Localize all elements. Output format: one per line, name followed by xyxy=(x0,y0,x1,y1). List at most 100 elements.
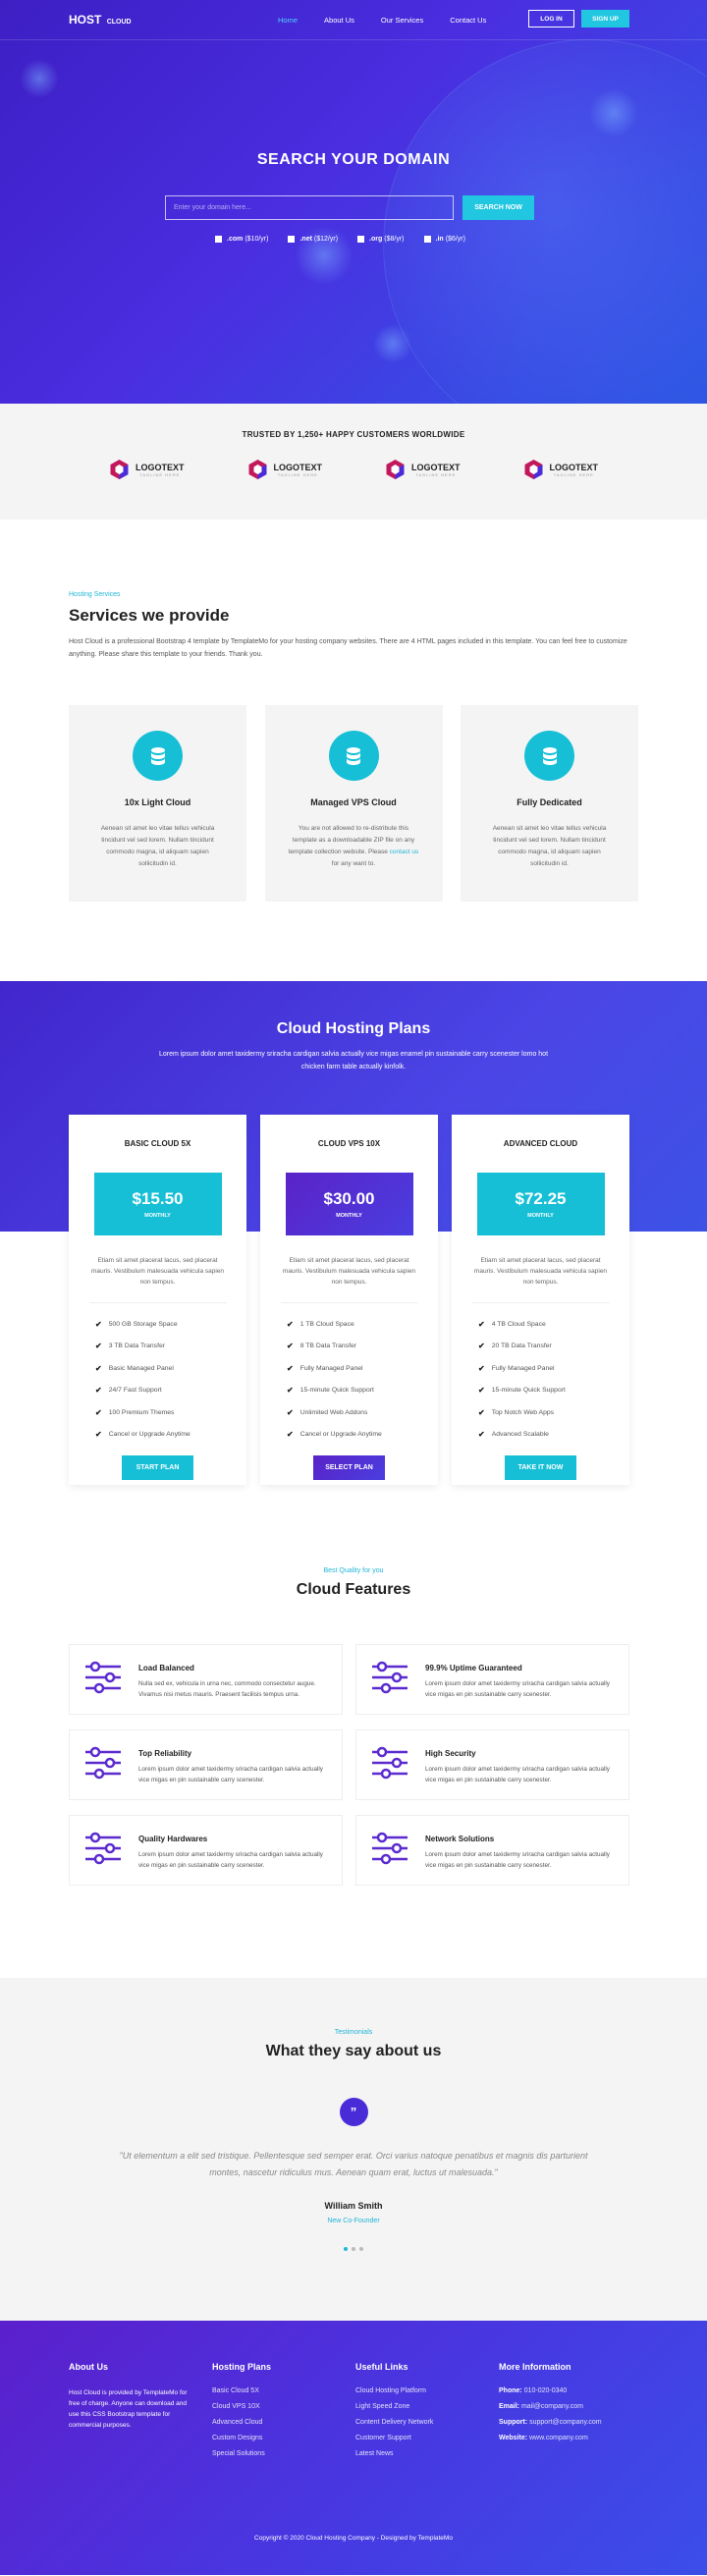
globe-background xyxy=(383,39,707,404)
service-title: Managed VPS Cloud xyxy=(310,797,397,807)
search-now-button[interactable]: SEARCH NOW xyxy=(462,195,534,220)
tld-option[interactable]: .com ($10/yr) xyxy=(215,236,268,243)
plan-features: ✔ 500 GB Storage Space ✔ 3 TB Data Transfer… xyxy=(95,1313,246,1446)
check-icon: ✔ xyxy=(95,1319,102,1329)
carousel-dot[interactable] xyxy=(344,2247,348,2251)
sliders-icon xyxy=(372,1832,408,1865)
carousel-dot[interactable] xyxy=(359,2247,363,2251)
footer-about: About Us Host Cloud is provided by Templ… xyxy=(69,2362,212,2466)
footer-heading: Useful Links xyxy=(355,2362,408,2372)
nav-about[interactable]: About Us xyxy=(324,16,354,25)
main-menu: Home About Us Our Services Contact Us xyxy=(278,16,513,25)
info-value[interactable]: 010-020-0340 xyxy=(524,2387,568,2394)
footer-link[interactable]: Cloud Hosting Platform xyxy=(355,2387,499,2403)
feature-text: Lorem ipsum dolor amet taxidermy srirach… xyxy=(138,1766,323,1783)
nav-contact[interactable]: Contact Us xyxy=(450,16,486,25)
feature-title: Top Reliability xyxy=(138,1749,192,1758)
tld-price: ($12/yr) xyxy=(313,236,339,243)
tld-option[interactable]: .net ($12/yr) xyxy=(288,236,338,243)
feature-grid: Load Balanced Nulla sed ex, vehicula in … xyxy=(69,1644,707,1886)
footer-link[interactable]: Cloud VPS 10X xyxy=(212,2403,355,2419)
copyright: Copyright © 2020 Cloud Hosting Company -… xyxy=(254,2535,453,2542)
logo-text: LOGOTEXT xyxy=(273,462,323,472)
trusted-title: TRUSTED BY 1,250+ HAPPY CUSTOMERS WORLDW… xyxy=(242,430,465,439)
info-value[interactable]: support@company.com xyxy=(529,2419,602,2426)
feature-card: 99.9% Uptime Guaranteed Lorem ipsum dolo… xyxy=(355,1644,629,1715)
plan-price-box: $30.00 MONTHLY xyxy=(285,1173,413,1235)
plan-feature-text: Fully Managed Panel xyxy=(491,1364,555,1372)
plans-lead: Lorem ipsum dolor amet taxidermy srirach… xyxy=(158,1051,549,1070)
check-icon: ✔ xyxy=(95,1342,102,1351)
plan-feature: ✔ Top Notch Web Apps xyxy=(478,1401,629,1424)
info-value[interactable]: www.company.com xyxy=(529,2435,588,2441)
nav-home[interactable]: Home xyxy=(278,16,298,25)
service-text: Aenean sit amet leo vitae tellus vehicul… xyxy=(100,825,215,867)
info-value[interactable]: mail@company.com xyxy=(521,2403,583,2410)
plan-feature-text: 100 Premium Themes xyxy=(108,1408,175,1416)
footer-link[interactable]: Content Delivery Network xyxy=(355,2419,499,2435)
checkbox[interactable] xyxy=(423,236,431,243)
feature-title: Quality Hardwares xyxy=(138,1835,208,1843)
plan-price-box: $15.50 MONTHLY xyxy=(93,1173,222,1235)
footer-link[interactable]: Latest News xyxy=(355,2450,499,2466)
tld-option[interactable]: .in ($6/yr) xyxy=(423,236,465,243)
footer-link[interactable]: Custom Designs xyxy=(212,2435,355,2450)
plan-feature-text: 20 TB Data Transfer xyxy=(491,1343,552,1350)
info-website: Website: www.company.com xyxy=(499,2435,642,2450)
database-icon xyxy=(524,731,574,781)
plan-feature: ✔ Cancel or Upgrade Anytime xyxy=(287,1424,438,1447)
footer-link[interactable]: Light Speed Zone xyxy=(355,2403,499,2419)
contact-us-link[interactable]: contact us xyxy=(390,849,419,855)
sliders-icon xyxy=(85,1832,121,1865)
brand-logo[interactable]: HOST CLOUD xyxy=(69,13,132,27)
signup-button[interactable]: SIGN UP xyxy=(581,10,629,27)
plan-button[interactable]: START PLAN xyxy=(122,1455,193,1480)
divider xyxy=(88,1302,227,1303)
light-glow xyxy=(295,226,354,285)
quote-icon: ” xyxy=(339,2098,368,2126)
tld-option[interactable]: .org ($8/yr) xyxy=(357,236,405,243)
check-icon: ✔ xyxy=(478,1386,485,1396)
plan-feature: ✔ 8 TB Data Transfer xyxy=(287,1336,438,1358)
plan-feature-text: Basic Managed Panel xyxy=(108,1364,174,1372)
plan-price: $30.00 xyxy=(323,1189,375,1208)
check-icon: ✔ xyxy=(287,1319,294,1329)
footer-link[interactable]: Special Solutions xyxy=(212,2450,355,2466)
footer-link[interactable]: Advanced Cloud xyxy=(212,2419,355,2435)
nav-services[interactable]: Our Services xyxy=(381,16,423,25)
feature-card: Quality Hardwares Lorem ipsum dolor amet… xyxy=(69,1815,343,1886)
footer-link[interactable]: Customer Support xyxy=(355,2435,499,2450)
plan-feature-text: 15-minute Quick Support xyxy=(491,1387,566,1395)
carousel-dot[interactable] xyxy=(352,2247,355,2251)
plan-feature: ✔ Advanced Scalable xyxy=(478,1424,629,1447)
service-title: 10x Light Cloud xyxy=(124,797,191,807)
feature-card: Top Reliability Lorem ipsum dolor amet t… xyxy=(69,1729,343,1800)
info-key: Website: xyxy=(499,2435,528,2441)
section-eyebrow: Testimonials xyxy=(334,2029,373,2036)
divider xyxy=(280,1302,418,1303)
client-logos: LOGOTEXT TAGLINE HERE LOGOTEXT TAGLINE HER… xyxy=(0,459,707,480)
plan-feature: ✔ 1 TB Cloud Space xyxy=(287,1313,438,1336)
info-key: Support: xyxy=(499,2419,528,2426)
info-support: Support: support@company.com xyxy=(499,2419,642,2435)
light-glow xyxy=(373,324,412,363)
plan-description: Etiam sit amet placerat lacus, sed place… xyxy=(473,1257,608,1286)
checkbox[interactable] xyxy=(357,236,365,243)
plan-button[interactable]: SELECT PLAN xyxy=(313,1455,385,1480)
check-icon: ✔ xyxy=(95,1363,102,1373)
section-eyebrow: Hosting Services xyxy=(69,591,121,598)
tld-ext: .in xyxy=(435,236,444,243)
hero-section: HOST CLOUD Home About Us Our Services Co… xyxy=(0,0,707,404)
feature-card: High Security Lorem ipsum dolor amet tax… xyxy=(355,1729,629,1800)
domain-search-input[interactable]: Enter your domain here... xyxy=(165,195,454,220)
plan-button[interactable]: TAKE IT NOW xyxy=(505,1455,576,1480)
plan-feature: ✔ 100 Premium Themes xyxy=(95,1401,246,1424)
checkbox[interactable] xyxy=(288,236,296,243)
hero-title: SEARCH YOUR DOMAIN xyxy=(256,151,451,168)
service-card: Managed VPS Cloud You are not allowed to… xyxy=(264,705,443,902)
plan-feature: ✔ 15-minute Quick Support xyxy=(287,1380,438,1402)
login-button[interactable]: LOG IN xyxy=(528,10,574,27)
checkbox[interactable] xyxy=(215,236,222,243)
footer-link[interactable]: Basic Cloud 5X xyxy=(212,2387,355,2403)
check-icon: ✔ xyxy=(287,1430,294,1440)
